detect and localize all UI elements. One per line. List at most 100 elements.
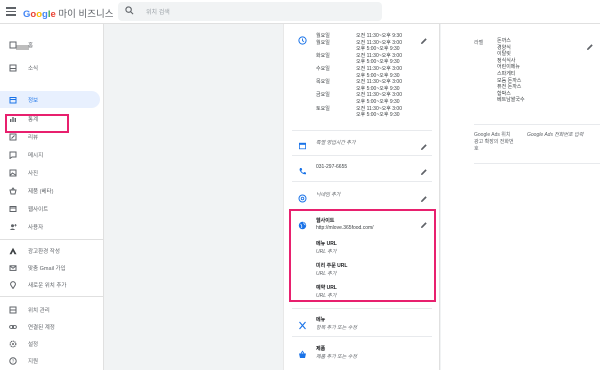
locations-icon [9,306,17,314]
ads-label-line1: Google Ads 위치 [474,132,511,138]
ads-icon [9,247,17,255]
top-bar: Google 마이 비즈니스 위치 검색 [0,0,600,24]
sidebar-item-label: 리뷰 [28,134,39,141]
clock-icon [298,32,307,45]
hamburger-menu-icon[interactable] [6,5,16,17]
sidebar-item-label: 사진 [28,170,39,177]
basket-icon [298,346,307,358]
special-hours-add[interactable]: 특별 영업시간 추가 [316,139,356,146]
hours-day: 토요일 [316,105,330,112]
hours-day: 월요일 [316,39,330,46]
svg-text:?: ? [12,358,15,363]
menu-title: 메뉴 [316,317,326,323]
hours-day: 화요일 [316,52,330,59]
sidebar-item-label: 정보 [28,97,39,104]
website-highlight-box [289,209,436,302]
search-placeholder[interactable]: 위치 검색 [146,7,170,16]
sidebar-item-label: 연결된 계정 [28,324,55,331]
sidebar-item-label: 사용자 [28,224,44,231]
search-box[interactable]: 위치 검색 [118,2,382,21]
sidebar-item-posts[interactable]: 소식 [0,59,100,76]
post-icon [9,64,17,72]
hours-day: 금요일 [316,92,330,99]
message-icon [9,151,17,159]
sidebar-item-label: 지원 [28,358,39,365]
app-brand[interactable]: Google 마이 비즈니스 [23,6,114,20]
sidebar-item-manage-locations[interactable]: 위치 관리 [0,301,100,318]
sidebar-item-label: 맞춤 Gmail 가입 [28,265,66,272]
menu-add-link[interactable]: 항목 추가 또는 수정 [316,324,357,331]
sidebar-item-label: 소식 [28,65,39,72]
search-icon [125,6,134,15]
edit-special-hours-pencil-icon[interactable] [420,138,428,150]
section-divider [474,163,600,164]
edit-phone-pencil-icon[interactable] [420,163,428,175]
sidebar-item-create-ad[interactable]: 광고환경 작성 [0,242,100,259]
sidebar-item-home[interactable]: 홈 [0,36,100,53]
sidebar-item-gmail[interactable]: 맞춤 Gmail 가입 [0,259,100,276]
sidebar-item-website[interactable]: 웹사이트 [0,200,100,217]
hours-day: 목요일 [316,79,330,86]
sidebar-item-messages[interactable]: 메시지 [0,146,100,163]
photo-icon [9,169,17,177]
sidebar-item-products[interactable]: 제품 (베타) [0,182,100,199]
sidebar-item-label: 통계 [28,116,39,123]
help-icon: ? [9,356,17,365]
sidebar-item-insights[interactable]: 통계 [0,110,100,127]
sidebar-item-users[interactable]: 사용자 [0,218,100,235]
store-icon [9,96,17,104]
home-icon [9,41,17,49]
sidebar-item-label: 웹사이트 [28,206,49,213]
edit-short-name-pencil-icon[interactable] [420,190,428,202]
info-card: 월요일 오전 11:30~오후 9:30 월요일 오전 11:30~오후 3:00 오후… [283,24,440,370]
sidebar-item-label: 홈 [28,42,34,49]
sidebar-item-info[interactable]: 정보 [0,91,100,108]
sidebar-item-linked-accounts[interactable]: 연결된 계정 [0,318,100,335]
sidebar-item-add-location[interactable]: 새로운 위치 추가 [0,276,100,293]
sidebar-item-label: 새로운 위치 추가 [28,282,67,289]
edit-categories-pencil-icon[interactable] [586,38,594,50]
section-divider [474,124,600,125]
products-title: 제품 [316,346,326,352]
cutlery-icon [298,317,307,330]
pin-icon [9,280,17,289]
section-divider [292,155,432,156]
section-divider [292,336,432,337]
sidebar-divider [0,239,103,240]
gear-icon [9,340,17,348]
at-sign-icon [298,190,307,203]
link-icon [9,323,17,331]
add-user-icon [9,223,17,231]
sidebar-item-label: 메시지 [28,152,44,159]
ads-label-line3: 호 [474,146,479,152]
phone-icon [298,163,307,175]
category-label: 라벨 [474,40,484,46]
ads-phone-input[interactable]: Google Ads 전화번호 입력 [527,131,583,138]
hours-day: 수요일 [316,66,330,72]
review-icon [9,133,17,141]
sidebar-item-label: 위치 관리 [28,307,50,314]
sidebar-item-label: 제품 (베타) [28,188,54,195]
phone-number: 031-297-6655 [316,164,348,170]
sidebar-item-settings[interactable]: 설정 [0,335,100,352]
sidebar-item-photos[interactable]: 사진 [0,164,100,181]
category-item: 베트남쌀국수 [497,97,525,104]
sidebar-item-reviews[interactable]: 리뷰 [0,128,100,145]
section-divider [292,130,432,131]
section-divider [292,308,432,309]
short-name-add[interactable]: 닉네임 추가 [316,191,340,198]
ads-label-line2: 광고 확장의 전화번 [474,139,514,145]
sidebar-item-label: 설정 [28,341,39,348]
attributes-panel: 라벨 돈까스 경양식 이탈릿 정식식사 어린이메뉴 스파게티 모듬 돈까스 퓨전 돈까스 함박스… [441,24,600,370]
google-logo: Google [23,9,56,20]
sidebar-divider [0,296,103,297]
products-add-link[interactable]: 제품 추가 또는 수정 [316,353,357,360]
calendar-icon [298,137,307,150]
edit-hours-pencil-icon[interactable] [420,32,428,44]
web-icon [9,205,17,213]
basket-icon [9,186,17,195]
section-divider [292,181,432,182]
sidebar-item-support[interactable]: ? 지원 [0,352,100,369]
product-name: 마이 비즈니스 [58,9,114,20]
hours-time: 오후 5:00~오후 9:30 [356,112,400,119]
